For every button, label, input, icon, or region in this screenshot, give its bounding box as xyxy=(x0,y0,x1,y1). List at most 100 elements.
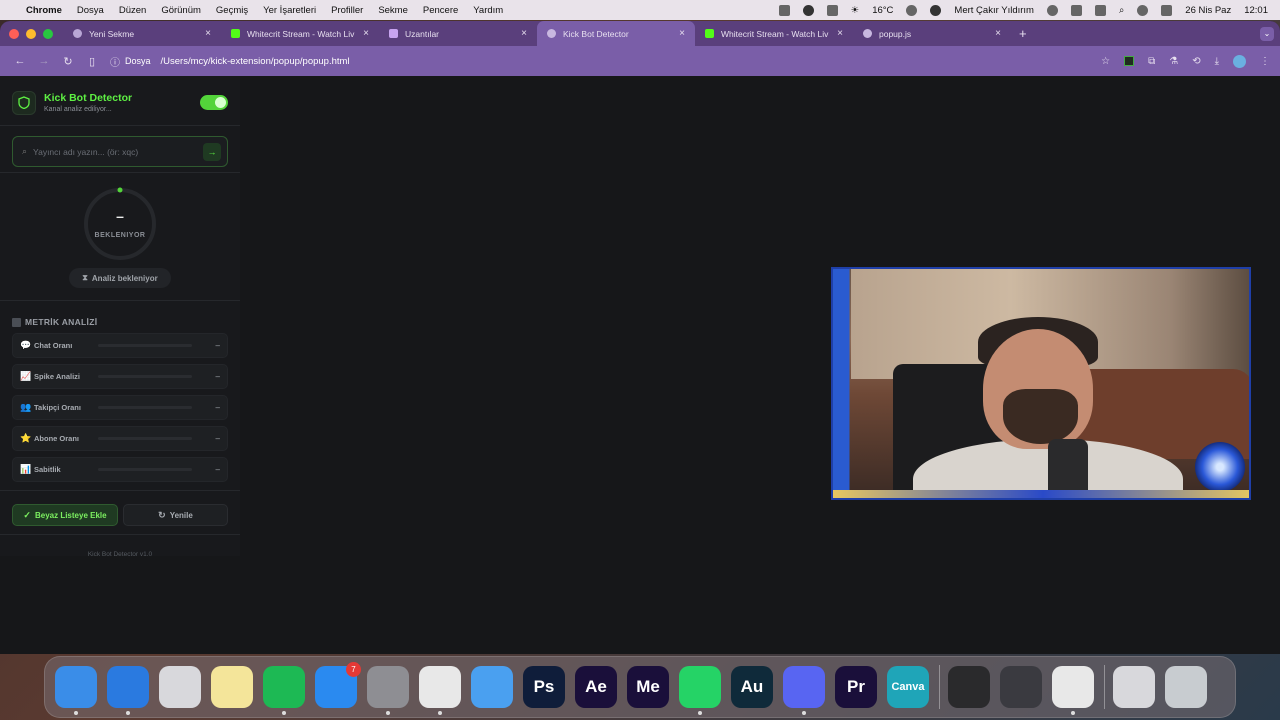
kick-extension-icon[interactable] xyxy=(1124,56,1135,66)
zoom-window-button[interactable] xyxy=(43,28,53,39)
add-to-whitelist-label: Beyaz Listeye Ekle xyxy=(34,510,107,520)
menu-file[interactable]: Dosya xyxy=(77,5,104,16)
bluetooth-icon[interactable] xyxy=(1094,4,1106,16)
user-name[interactable]: Mert Çakır Yıldırım xyxy=(954,5,1034,16)
bookmark-star-icon[interactable]: ☆ xyxy=(1101,56,1110,67)
enable-toggle[interactable] xyxy=(200,95,228,110)
forward-button[interactable]: → xyxy=(32,55,56,67)
clock[interactable]: 12:01 xyxy=(1244,5,1268,16)
wifi-icon[interactable] xyxy=(1070,4,1082,16)
close-tab-icon[interactable]: × xyxy=(837,28,843,39)
metric-value: – xyxy=(215,341,220,350)
close-tab-icon[interactable]: × xyxy=(521,28,527,39)
tab-whitecrit-stream-2[interactable]: Whitecrit Stream - Watch Liv × xyxy=(695,21,853,46)
dock-safari-icon[interactable] xyxy=(107,666,149,715)
tab-popup-js[interactable]: popup.js × xyxy=(853,21,1011,46)
dock-instruments-icon[interactable] xyxy=(1000,666,1042,708)
history-icon[interactable]: ⟲ xyxy=(1192,56,1200,67)
dock-trash-icon[interactable] xyxy=(1165,666,1207,708)
dock-separator xyxy=(939,665,940,709)
dock-system-settings-icon[interactable] xyxy=(367,666,409,715)
tab-kick-bot-detector[interactable]: Kick Bot Detector × xyxy=(537,21,695,46)
menu-window[interactable]: Pencere xyxy=(423,5,458,16)
dock-media-encoder-icon[interactable]: Me xyxy=(627,666,669,708)
dock-premiere-icon[interactable]: Pr xyxy=(835,666,877,708)
close-window-button[interactable] xyxy=(9,28,19,39)
menu-edit[interactable]: Düzen xyxy=(119,5,146,16)
date[interactable]: 26 Nis Paz xyxy=(1185,5,1231,16)
new-tab-button[interactable]: + xyxy=(1019,26,1027,41)
k-extension-icon[interactable] xyxy=(802,4,814,16)
menu-bookmarks[interactable]: Yer İşaretleri xyxy=(263,5,316,16)
weather-sun-icon[interactable]: ☀ xyxy=(851,5,860,16)
download-icon[interactable]: ⤓ xyxy=(1215,56,1219,67)
close-tab-icon[interactable]: × xyxy=(679,28,685,39)
menu-view[interactable]: Görünüm xyxy=(161,5,201,16)
close-tab-icon[interactable]: × xyxy=(363,28,369,39)
dock-downloads-icon[interactable] xyxy=(1113,666,1155,708)
chrome-menu-icon[interactable]: ⋮ xyxy=(1260,56,1270,67)
dock-chrome-2-icon[interactable] xyxy=(1052,666,1094,715)
tab-title: Yeni Sekme xyxy=(89,28,135,39)
dock-chrome-icon[interactable] xyxy=(419,666,461,715)
menu-profiles[interactable]: Profiller xyxy=(331,5,363,16)
metrics-heading: METRİK ANALİZİ xyxy=(0,317,240,327)
dock-whatsapp-icon[interactable] xyxy=(679,666,721,715)
close-tab-icon[interactable]: × xyxy=(205,28,211,39)
streamer-search-input[interactable] xyxy=(33,146,203,157)
globe-favicon-icon xyxy=(547,29,556,38)
dock-launchpad-icon[interactable] xyxy=(159,666,201,708)
dock-after-effects-icon[interactable]: Ae xyxy=(575,666,617,708)
menu-app-name[interactable]: Chrome xyxy=(26,5,62,16)
metric-bar xyxy=(98,468,192,471)
menu-history[interactable]: Geçmiş xyxy=(216,5,248,16)
dock-capcut-icon[interactable] xyxy=(948,666,990,708)
menu-help[interactable]: Yardım xyxy=(473,5,503,16)
radio-icon[interactable] xyxy=(1046,4,1058,16)
add-to-whitelist-button[interactable]: ✓ Beyaz Listeye Ekle xyxy=(12,504,118,526)
tab-search-button[interactable]: ⌄ xyxy=(1260,27,1274,41)
dock-finder-icon[interactable] xyxy=(55,666,97,715)
url-text[interactable]: /Users/mcy/kick-extension/popup/popup.ht… xyxy=(161,56,350,67)
dock-app-store-icon[interactable]: 7 xyxy=(315,662,361,708)
cloud-weather-icon[interactable] xyxy=(906,4,918,16)
extensions-puzzle-icon[interactable]: ⧉ xyxy=(1148,56,1155,67)
dock-notes-icon[interactable] xyxy=(211,666,253,708)
profile-avatar[interactable] xyxy=(1233,54,1246,68)
minimize-window-button[interactable] xyxy=(26,28,36,39)
running-indicator xyxy=(802,711,806,715)
search-submit-button[interactable]: → xyxy=(203,142,221,161)
control-center-icon[interactable] xyxy=(1161,4,1173,16)
dock-spotify-icon[interactable] xyxy=(263,666,305,715)
cloud-icon[interactable] xyxy=(778,4,790,16)
lock-icon[interactable] xyxy=(826,4,838,16)
tab-extensions[interactable]: Uzantılar × xyxy=(379,21,537,46)
popup-header: Kick Bot Detector Kanal analiz ediliyor.… xyxy=(0,76,240,116)
refresh-button[interactable]: ↻ Yenile xyxy=(123,504,228,526)
weather-temp[interactable]: 16°C xyxy=(872,5,893,16)
dock-audition-icon[interactable]: Au xyxy=(731,666,773,708)
search-icon[interactable]: ⌕ xyxy=(1119,5,1124,16)
close-tab-icon[interactable]: × xyxy=(995,28,1001,39)
tab-title: Whitecrit Stream - Watch Liv xyxy=(247,28,355,39)
play-icon[interactable] xyxy=(930,4,942,16)
dock-after-effects-label: Ae xyxy=(585,677,607,696)
dock-canva-icon[interactable]: Canva xyxy=(887,666,929,708)
back-button[interactable]: ← xyxy=(8,55,32,67)
analysis-status-label: Analiz bekleniyor xyxy=(91,273,158,283)
lab-icon[interactable]: ⚗ xyxy=(1169,56,1178,67)
reload-button[interactable]: ↻ xyxy=(56,55,80,68)
sidebar-toggle-icon[interactable]: ▯ xyxy=(80,55,104,68)
address-bar[interactable]: ⓘ Dosya /Users/mcy/kick-extension/popup/… xyxy=(110,54,1101,69)
streamer-search: ⌕ → xyxy=(12,136,228,167)
siri-icon[interactable] xyxy=(1137,4,1149,16)
menu-tab[interactable]: Sekme xyxy=(378,5,408,16)
dock-mail-icon[interactable] xyxy=(471,666,513,708)
dock-discord-icon[interactable] xyxy=(783,666,825,715)
site-info-icon[interactable]: ⓘ xyxy=(110,54,120,69)
popup-actions: ✓ Beyaz Listeye Ekle ↻ Yenile xyxy=(12,504,228,526)
tab-new-tab[interactable]: Yeni Sekme × xyxy=(63,21,221,46)
tab-whitecrit-stream[interactable]: Whitecrit Stream - Watch Liv × xyxy=(221,21,379,46)
dock-photoshop-icon[interactable]: Ps xyxy=(523,666,565,708)
picture-in-picture-video[interactable] xyxy=(831,267,1251,500)
